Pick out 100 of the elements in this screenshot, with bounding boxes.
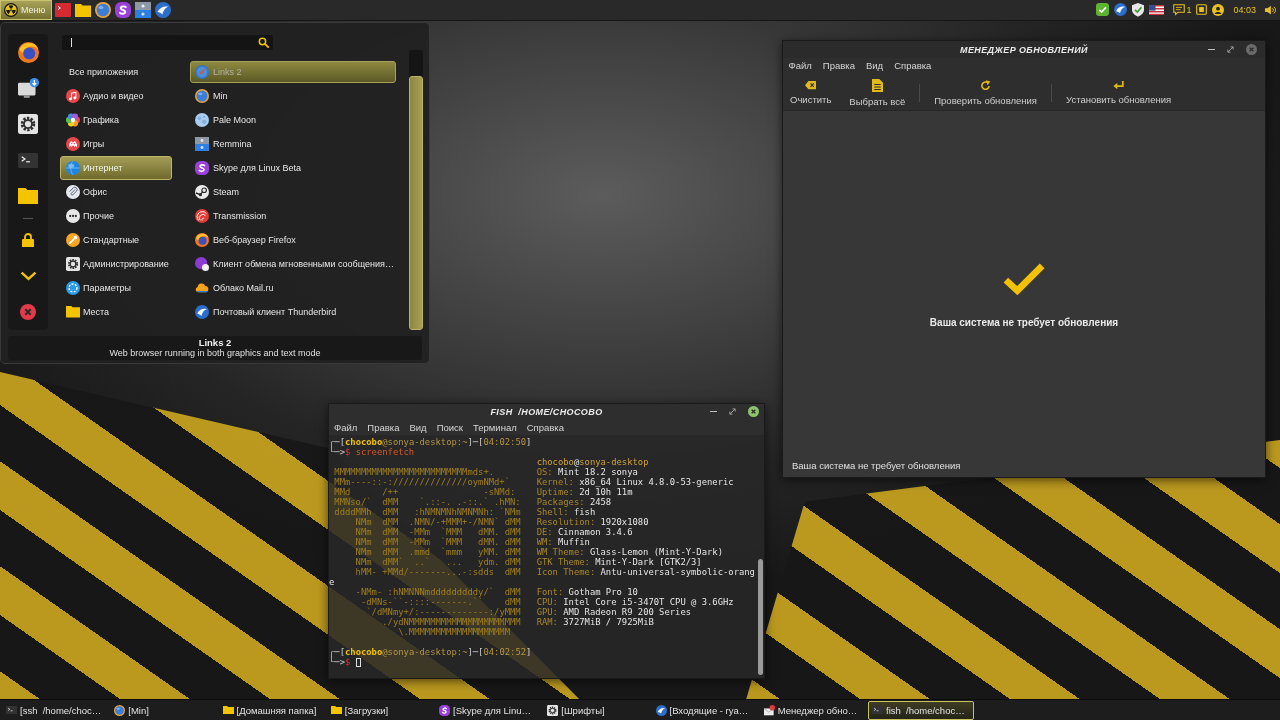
menu-item[interactable]: Вид [404, 421, 432, 433]
taskbar-button[interactable]: Менеджер обно… [759, 700, 866, 720]
category-item[interactable]: Графика [60, 108, 172, 132]
system-info-line: Uptime: 2d 10h 11m [536, 487, 633, 497]
folder-icon [66, 306, 80, 318]
toolbar-button[interactable]: Установить обновления [1062, 80, 1176, 106]
category-item[interactable]: Игры [60, 132, 172, 156]
sphere-icon[interactable] [95, 2, 112, 18]
framed-square-icon[interactable] [1196, 4, 1208, 16]
mail-badge-icon [763, 704, 775, 716]
bird-logo-icon[interactable] [155, 2, 172, 18]
taskbar-button[interactable]: [Skype для Linu… [435, 700, 541, 720]
category-item[interactable]: Параметры [60, 276, 172, 300]
ascii-art-line: MMm----::-://////////////oymNMd+` [334, 477, 511, 487]
swirl-logo-icon [195, 161, 209, 175]
menu-item[interactable]: Справка [888, 60, 937, 71]
minimize-icon[interactable] [1208, 48, 1215, 51]
monitor-download-icon[interactable] [17, 78, 39, 98]
terminal-icon[interactable] [55, 3, 72, 17]
menu-item[interactable]: Файл [329, 421, 363, 433]
menu-item[interactable]: Правка [362, 421, 405, 433]
category-item[interactable]: Все приложения [60, 60, 172, 84]
settings-icon[interactable] [18, 114, 38, 134]
menu-item[interactable]: Терминал [467, 421, 522, 433]
toolbar-button[interactable]: Очистить [786, 81, 836, 105]
toolbar-button[interactable]: Выбрать всё [845, 78, 910, 108]
app-description: Web browser running in both graphics and text mode [109, 348, 321, 358]
status-text: Ваша система не требует обновления [792, 460, 961, 471]
search-icon[interactable] [258, 37, 269, 48]
taskbar-button[interactable]: [Шрифты] [543, 700, 650, 720]
close-icon[interactable] [748, 406, 759, 417]
backspace-icon [805, 81, 817, 90]
folder-icon[interactable] [75, 3, 92, 17]
ellipsis-icon [66, 209, 80, 223]
volume-icon[interactable] [1265, 4, 1276, 16]
fox-logo-icon [195, 233, 209, 247]
bird-logo-icon [655, 704, 667, 716]
refresh-icon [980, 80, 992, 91]
search-field[interactable] [62, 35, 273, 50]
category-item[interactable]: Администрирование [60, 252, 172, 276]
app-item[interactable]: Облако Mail.ru [190, 277, 396, 299]
maximize-icon[interactable] [729, 408, 736, 415]
folder-icon [222, 705, 234, 715]
minimize-icon[interactable] [710, 410, 717, 413]
swirl-logo-icon[interactable] [115, 2, 132, 18]
app-item[interactable]: Min [190, 85, 396, 107]
terminal-icon[interactable] [18, 152, 38, 168]
system-info-line: GTK Theme: Mint-Y-Dark [GTK2/3] [536, 557, 702, 567]
menu-item[interactable]: Справка [521, 421, 569, 433]
category-item[interactable]: Места [60, 300, 172, 324]
system-info-line: e [329, 577, 335, 587]
taskbar-button[interactable]: [Min] [110, 700, 217, 720]
app-item[interactable]: Веб-браузер Firefox [190, 229, 396, 251]
flag-icon[interactable] [1149, 4, 1165, 16]
app-item[interactable]: Steam [190, 181, 396, 203]
taskbar-button[interactable]: [Загрузки] [326, 700, 433, 720]
system-info-line: Icon Theme: Antu-universal-symbolic-orang [536, 567, 755, 577]
close-icon[interactable] [20, 304, 36, 320]
piston-logo-icon [195, 185, 209, 199]
menu-item[interactable]: Вид [860, 60, 889, 71]
app-item[interactable]: Клиент обмена мгновенными сообщения… [190, 253, 396, 275]
ascii-art-line: NMm dMM .mmd `mmm yMM. dMM [355, 547, 521, 557]
taskbar-button[interactable]: fish /home/choc… [868, 700, 974, 720]
check-badge-icon[interactable] [1096, 3, 1110, 17]
maximize-icon[interactable] [1227, 46, 1234, 53]
category-item[interactable]: Офис [60, 180, 172, 204]
category-item[interactable]: Прочие [60, 204, 172, 228]
clock[interactable]: 04:03 [1233, 5, 1256, 15]
shield-check-icon[interactable] [1132, 3, 1145, 17]
taskbar-button[interactable]: [Входящие - rya… [651, 700, 758, 720]
return-arrow-icon [1113, 80, 1125, 91]
app-item[interactable]: Remmina [190, 133, 396, 155]
taskbar-button[interactable]: [Домашняя папка] [218, 700, 325, 720]
system-info-line: GPU: AMD Radeon R9 200 Series [536, 607, 692, 617]
menu-item[interactable]: Правка [817, 60, 861, 71]
message-icon[interactable] [1173, 4, 1186, 16]
app-item[interactable]: Skype для Linux Beta [190, 157, 396, 179]
app-title: Links 2 [198, 338, 232, 348]
toolbar-button[interactable]: Проверить обновления [930, 80, 1041, 106]
chevron-down-icon[interactable] [19, 271, 37, 281]
app-item[interactable]: Почтовый клиент Thunderbird [190, 301, 396, 323]
folder-icon[interactable] [18, 187, 38, 205]
menu-item[interactable]: Поиск [431, 421, 468, 433]
lock-icon[interactable] [22, 232, 34, 248]
app-item[interactable]: Transmission [190, 205, 396, 227]
category-item[interactable]: Стандартные [60, 228, 172, 252]
split-square-icon[interactable] [135, 2, 152, 18]
dial-icon [66, 281, 80, 295]
category-item[interactable]: Аудио и видео [60, 84, 172, 108]
app-item[interactable]: Pale Moon [190, 109, 396, 131]
category-item[interactable]: Интернет [60, 156, 172, 180]
user-icon[interactable] [1212, 4, 1225, 16]
ascii-art-line: -NMm- :hNMNNNmdddddddddy/` dMM [355, 587, 521, 597]
menu-item[interactable]: Файл [783, 60, 818, 71]
fox-logo-icon[interactable] [17, 41, 39, 63]
bird-logo-icon[interactable] [1114, 3, 1128, 17]
scrollbar-thumb[interactable] [758, 559, 763, 675]
taskbar-button[interactable]: [ssh /home/choc… [2, 700, 108, 720]
ascii-art-line: -dMNs-``-::::-------.`` dMM [360, 597, 521, 607]
ascii-art-line: MMd /++ -sNMd: [334, 487, 516, 497]
